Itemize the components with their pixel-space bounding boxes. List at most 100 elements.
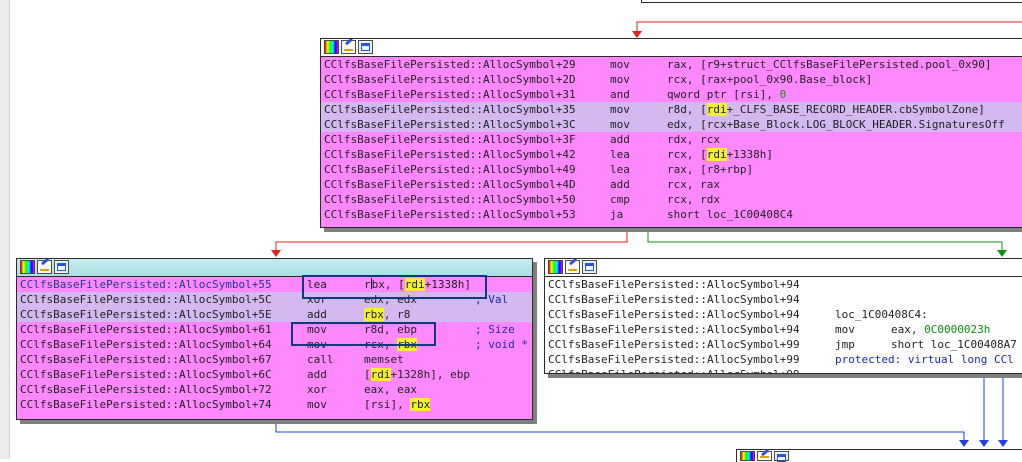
instruction-row[interactable]: CClfsBaseFilePersisted::AllocSymbol+31 an… — [321, 87, 1022, 102]
instruction-address: CClfsBaseFilePersisted::AllocSymbol+5E — [20, 308, 272, 321]
instruction-address: CClfsBaseFilePersisted::AllocSymbol+2D — [324, 73, 576, 86]
next-graph-node[interactable] — [736, 449, 1022, 462]
edge-false-branch — [275, 229, 628, 252]
instruction-mnemonic: lea — [610, 148, 630, 161]
instruction-address: CClfsBaseFilePersisted::AllocSymbol+50 — [324, 193, 576, 206]
instruction-row[interactable]: CClfsBaseFilePersisted::AllocSymbol+99 jm… — [545, 337, 1022, 352]
edit-node-icon[interactable] — [37, 260, 52, 274]
instruction-row[interactable]: CClfsBaseFilePersisted::AllocSymbol+3C mo… — [321, 117, 1022, 132]
instruction-mnemonic: add — [610, 178, 630, 191]
operand-text: [ — [364, 368, 371, 381]
edge-arrow-right — [997, 250, 1007, 257]
instruction-operands: [rsi], rbx — [364, 397, 431, 412]
color-palette-icon[interactable] — [548, 260, 563, 274]
instruction-mnemonic: xor — [307, 383, 327, 396]
instruction-operands: rcx, rax — [667, 177, 720, 192]
operand-text: r8d, [ — [667, 103, 707, 116]
instruction-row[interactable]: CClfsBaseFilePersisted::AllocSymbol+67 ca… — [17, 352, 532, 367]
instruction-mnemonic: call — [307, 353, 334, 366]
instruction-row[interactable]: CClfsBaseFilePersisted::AllocSymbol+50 cm… — [321, 192, 1022, 207]
instruction-row[interactable]: CClfsBaseFilePersisted::AllocSymbol+53 ja… — [321, 207, 1022, 222]
edge-arrow-bottom-3 — [998, 440, 1008, 447]
instruction-operands: rbx, r8 — [364, 307, 410, 322]
node-header — [545, 259, 1022, 277]
operand-text: [rsi], — [364, 398, 411, 411]
instruction-mnemonic: mov — [307, 398, 327, 411]
operand-text: +1328h], ebp — [390, 368, 470, 381]
instruction-mnemonic: and — [610, 88, 630, 101]
graph-node-allocsymbol-29[interactable]: CClfsBaseFilePersisted::AllocSymbol+29mo… — [320, 38, 1022, 228]
instruction-address: CClfsBaseFilePersisted::AllocSymbol+3F — [324, 133, 576, 146]
instruction-mnemonic: mov — [610, 103, 630, 116]
numeric-constant: 0 — [779, 88, 787, 101]
instruction-row[interactable]: CClfsBaseFilePersisted::AllocSymbol+94 — [545, 277, 1022, 292]
graph-overview-icon[interactable] — [582, 260, 597, 274]
edit-node-icon[interactable] — [341, 40, 356, 54]
operand-text: memset — [364, 353, 404, 366]
instruction-row[interactable]: CClfsBaseFilePersisted::AllocSymbol+74 mo… — [17, 397, 532, 412]
instruction-row[interactable]: CClfsBaseFilePersisted::AllocSymbol+3F ad… — [321, 132, 1022, 147]
highlighted-register: rbx — [364, 308, 384, 321]
instruction-row[interactable]: CClfsBaseFilePersisted::AllocSymbol+6C ad… — [17, 367, 532, 382]
edit-node-icon[interactable] — [757, 451, 772, 461]
highlighted-register: rdi — [706, 148, 727, 161]
node-instruction-list: CClfsBaseFilePersisted::AllocSymbol+29mo… — [321, 57, 1022, 222]
instruction-row[interactable]: CClfsBaseFilePersisted::AllocSymbol+94 lo… — [545, 307, 1022, 322]
operand-text: short loc_1C00408C4 — [667, 208, 793, 221]
instruction-row[interactable]: CClfsBaseFilePersisted::AllocSymbol+99 — [545, 367, 1022, 373]
instruction-address: CClfsBaseFilePersisted::AllocSymbol+29 — [324, 58, 576, 71]
instruction-operands: rax, [r9+struct_CClfsBaseFilePersisted.p… — [667, 57, 992, 72]
instruction-row[interactable]: CClfsBaseFilePersisted::AllocSymbol+49 le… — [321, 162, 1022, 177]
instruction-row[interactable]: CClfsBaseFilePersisted::AllocSymbol+94 mo… — [545, 322, 1022, 337]
operand-text: short loc_1C00408A7 — [891, 338, 1017, 351]
node-instruction-list: CClfsBaseFilePersisted::AllocSymbol+94 CC… — [545, 277, 1022, 373]
highlighted-register: rdi — [706, 103, 727, 116]
instruction-address: CClfsBaseFilePersisted::AllocSymbol+55 — [20, 278, 272, 291]
instruction-address: CClfsBaseFilePersisted::AllocSymbol+99 — [548, 367, 800, 373]
instruction-address: CClfsBaseFilePersisted::AllocSymbol+94 — [548, 278, 800, 291]
operand-text: rax, [r9+struct_CClfsBaseFilePersisted.p… — [667, 58, 992, 71]
instruction-row[interactable]: CClfsBaseFilePersisted::AllocSymbol+29 mo… — [321, 57, 1022, 72]
instruction-operands: rdx, rcx — [667, 132, 720, 147]
instruction-operands: rax, [r8+rbp] — [667, 162, 753, 177]
instruction-comment: ; Size — [475, 323, 515, 336]
annotation-box-mov-r8d — [291, 322, 436, 346]
instruction-mnemonic: add — [610, 133, 630, 146]
instruction-operands: qword ptr [rsi], 0 — [667, 87, 786, 102]
operand-text: rdx, rcx — [667, 133, 720, 146]
instruction-row[interactable]: CClfsBaseFilePersisted::AllocSymbol+72 xo… — [17, 382, 532, 397]
color-palette-icon[interactable] — [20, 260, 35, 274]
instruction-row[interactable]: CClfsBaseFilePersisted::AllocSymbol+99 pr… — [545, 352, 1022, 367]
graph-overview-icon[interactable] — [774, 451, 789, 462]
instruction-address: CClfsBaseFilePersisted::AllocSymbol+94 — [548, 293, 800, 306]
edit-node-icon[interactable] — [565, 260, 580, 274]
edge-left-to-bottom — [275, 420, 965, 442]
instruction-row[interactable]: CClfsBaseFilePersisted::AllocSymbol+94 — [545, 292, 1022, 307]
instruction-row[interactable]: CClfsBaseFilePersisted::AllocSymbol+64 mo… — [17, 337, 532, 352]
instruction-address: CClfsBaseFilePersisted::AllocSymbol+94 — [548, 323, 800, 336]
edge-arrow-left — [271, 250, 281, 257]
instruction-row[interactable]: CClfsBaseFilePersisted::AllocSymbol+4D ad… — [321, 177, 1022, 192]
instruction-row[interactable]: CClfsBaseFilePersisted::AllocSymbol+61 mo… — [17, 322, 532, 337]
operand-text: rcx, [ — [667, 148, 707, 161]
edge-true-branch — [647, 229, 1003, 252]
instruction-operands: [rdi+1328h], ebp — [364, 367, 470, 382]
instruction-mnemonic: mov — [610, 118, 630, 131]
node-header — [321, 39, 1022, 57]
edge-arrow-bottom-1 — [959, 440, 969, 447]
instruction-address: CClfsBaseFilePersisted::AllocSymbol+61 — [20, 323, 272, 336]
instruction-row[interactable]: CClfsBaseFilePersisted::AllocSymbol+5E ad… — [17, 307, 532, 322]
graph-node-loc-1c00408c4[interactable]: CClfsBaseFilePersisted::AllocSymbol+94 CC… — [544, 258, 1022, 374]
instruction-address: CClfsBaseFilePersisted::AllocSymbol+49 — [324, 163, 576, 176]
instruction-mnemonic: ja — [610, 208, 624, 221]
instruction-operands: rcx, rdx — [667, 192, 720, 207]
graph-overview-icon[interactable] — [54, 260, 69, 274]
instruction-address: CClfsBaseFilePersisted::AllocSymbol+74 — [20, 398, 272, 411]
instruction-row[interactable]: CClfsBaseFilePersisted::AllocSymbol+42 le… — [321, 147, 1022, 162]
instruction-address: CClfsBaseFilePersisted::AllocSymbol+31 — [324, 88, 576, 101]
instruction-row[interactable]: CClfsBaseFilePersisted::AllocSymbol+35 mo… — [321, 102, 1022, 117]
graph-overview-icon[interactable] — [358, 40, 373, 54]
color-palette-icon[interactable] — [740, 451, 755, 461]
instruction-row[interactable]: CClfsBaseFilePersisted::AllocSymbol+2D mo… — [321, 72, 1022, 87]
color-palette-icon[interactable] — [324, 40, 339, 54]
